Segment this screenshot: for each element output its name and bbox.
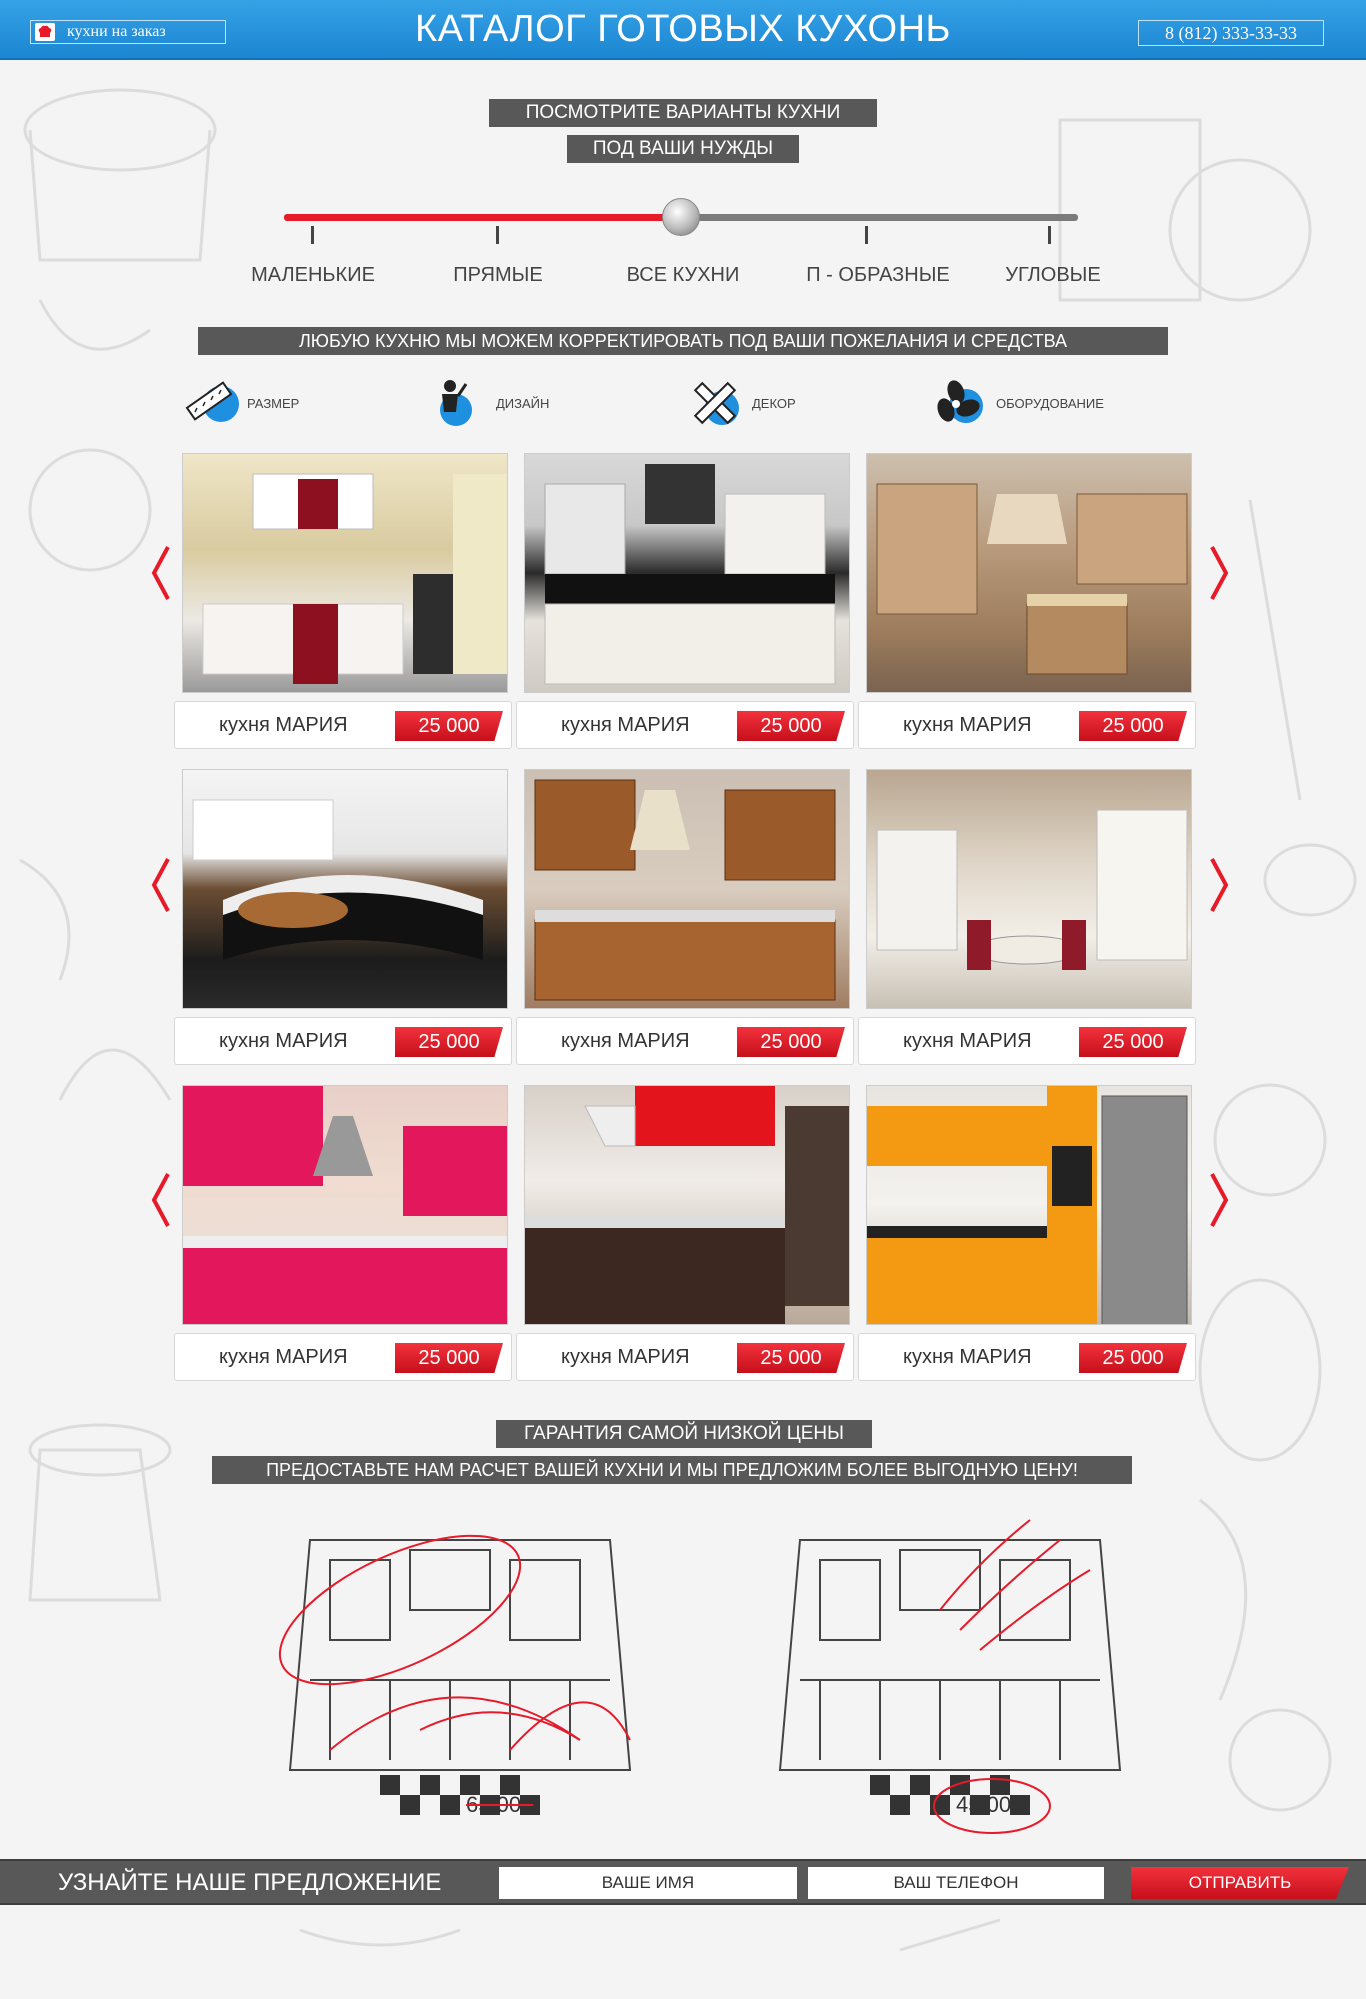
phone-number[interactable]: 8 (812) 333-33-33 — [1138, 20, 1324, 46]
product-name: кухня МАРИЯ — [903, 1346, 1032, 1368]
product-bar: кухня МАРИЯ 25 000 — [174, 1017, 512, 1065]
product-name: кухня МАРИЯ — [219, 1030, 348, 1052]
price-button[interactable]: 25 000 — [1079, 1343, 1187, 1373]
product-name: кухня МАРИЯ — [219, 1346, 348, 1368]
filter-u-shaped[interactable]: П - ОБРАЗНЫЕ — [778, 264, 978, 287]
slider-tick — [865, 226, 868, 244]
next-arrow-icon[interactable] — [1208, 1170, 1230, 1230]
kitchen-photo[interactable] — [524, 453, 850, 693]
filter-all[interactable]: ВСЕ КУХНИ — [583, 264, 783, 287]
feature-decor: ДЕКОР — [688, 378, 796, 428]
slider-handle[interactable] — [662, 198, 700, 236]
feature-design-label: ДИЗАЙН — [496, 395, 550, 411]
kitchen-photo[interactable] — [182, 1085, 508, 1325]
old-price: 65 000 — [466, 1792, 534, 1817]
pencil-ruler-icon — [688, 378, 746, 428]
product-bar: кухня МАРИЯ 25 000 — [174, 701, 512, 749]
slider-tick — [1048, 226, 1051, 244]
kitchen-photo[interactable] — [182, 769, 508, 1009]
slider-tick — [311, 226, 314, 244]
product-name: кухня МАРИЯ — [561, 714, 690, 736]
feature-decor-label: ДЕКОР — [752, 395, 796, 411]
price-button[interactable]: 25 000 — [395, 1027, 503, 1057]
feature-size: РАЗМЕР — [183, 378, 299, 428]
product-bar: кухня МАРИЯ 25 000 — [858, 1017, 1196, 1065]
kitchen-sketch-crossed — [278, 1534, 632, 1815]
guarantee-title: ГАРАНТИЯ САМОЙ НИЗКОЙ ЦЕНЫ — [496, 1420, 872, 1448]
price-button[interactable]: 25 000 — [395, 711, 503, 741]
product-name: кухня МАРИЯ — [561, 1030, 690, 1052]
feature-equipment: ОБОРУДОВАНИЕ — [932, 378, 1104, 428]
submit-button[interactable]: ОТПРАВИТЬ — [1131, 1867, 1349, 1899]
slider-tick — [496, 226, 499, 244]
designer-icon — [432, 378, 490, 428]
product-bar: кухня МАРИЯ 25 000 — [858, 1333, 1196, 1381]
feature-equipment-label: ОБОРУДОВАНИЕ — [996, 395, 1104, 411]
kitchen-photo[interactable] — [866, 1085, 1192, 1325]
intro-line-2: ПОД ВАШИ НУЖДЫ — [567, 135, 799, 163]
product-name: кухня МАРИЯ — [219, 714, 348, 736]
new-price: 45 000 — [956, 1792, 1024, 1817]
filter-small[interactable]: МАЛЕНЬКИЕ — [213, 264, 413, 287]
request-form: УЗНАЙТЕ НАШЕ ПРЕДЛОЖЕНИЕ ОТПРАВИТЬ — [0, 1859, 1366, 1905]
prev-arrow-icon[interactable] — [150, 1170, 172, 1230]
customization-banner: ЛЮБУЮ КУХНЮ МЫ МОЖЕМ КОРРЕКТИРОВАТЬ ПОД … — [198, 327, 1168, 355]
product-bar: кухня МАРИЯ 25 000 — [516, 1333, 854, 1381]
feature-design: ДИЗАЙН — [432, 378, 549, 428]
filter-straight[interactable]: ПРЯМЫЕ — [398, 264, 598, 287]
price-button[interactable]: 25 000 — [1079, 1027, 1187, 1057]
kitchen-photo[interactable] — [524, 1085, 850, 1325]
price-button[interactable]: 25 000 — [1079, 711, 1187, 741]
price-button[interactable]: 25 000 — [737, 711, 845, 741]
slider-track-active — [284, 214, 680, 221]
filter-corner[interactable]: УГЛОВЫЕ — [953, 264, 1153, 287]
kitchen-photo[interactable] — [524, 769, 850, 1009]
kitchen-photo[interactable] — [866, 769, 1192, 1009]
product-name: кухня МАРИЯ — [903, 1030, 1032, 1052]
phone-input[interactable] — [808, 1867, 1104, 1899]
guarantee-subtitle: ПРЕДОСТАВЬТЕ НАМ РАСЧЕТ ВАШЕЙ КУХНИ И МЫ… — [212, 1456, 1132, 1484]
price-button[interactable]: 25 000 — [737, 1343, 845, 1373]
name-input[interactable] — [499, 1867, 797, 1899]
kitchen-photo[interactable] — [866, 453, 1192, 693]
product-bar: кухня МАРИЯ 25 000 — [516, 701, 854, 749]
ruler-icon — [183, 378, 241, 428]
next-arrow-icon[interactable] — [1208, 855, 1230, 915]
header: кухни на заказ КАТАЛОГ ГОТОВЫХ КУХОНЬ 8 … — [0, 0, 1366, 60]
next-arrow-icon[interactable] — [1208, 543, 1230, 603]
form-title: УЗНАЙТЕ НАШЕ ПРЕДЛОЖЕНИЕ — [58, 1869, 442, 1896]
feature-size-label: РАЗМЕР — [247, 395, 300, 411]
product-name: кухня МАРИЯ — [561, 1346, 690, 1368]
product-bar: кухня МАРИЯ 25 000 — [174, 1333, 512, 1381]
product-bar: кухня МАРИЯ 25 000 — [858, 701, 1196, 749]
intro-line-1: ПОСМОТРИТЕ ВАРИАНТЫ КУХНИ — [489, 99, 877, 127]
price-button[interactable]: 25 000 — [395, 1343, 503, 1373]
price-button[interactable]: 25 000 — [737, 1027, 845, 1057]
fan-icon — [932, 378, 990, 428]
product-name: кухня МАРИЯ — [903, 714, 1032, 736]
slider-track-inactive — [680, 214, 1078, 221]
prev-arrow-icon[interactable] — [150, 543, 172, 603]
prev-arrow-icon[interactable] — [150, 855, 172, 915]
product-bar: кухня МАРИЯ 25 000 — [516, 1017, 854, 1065]
kitchen-photo[interactable] — [182, 453, 508, 693]
